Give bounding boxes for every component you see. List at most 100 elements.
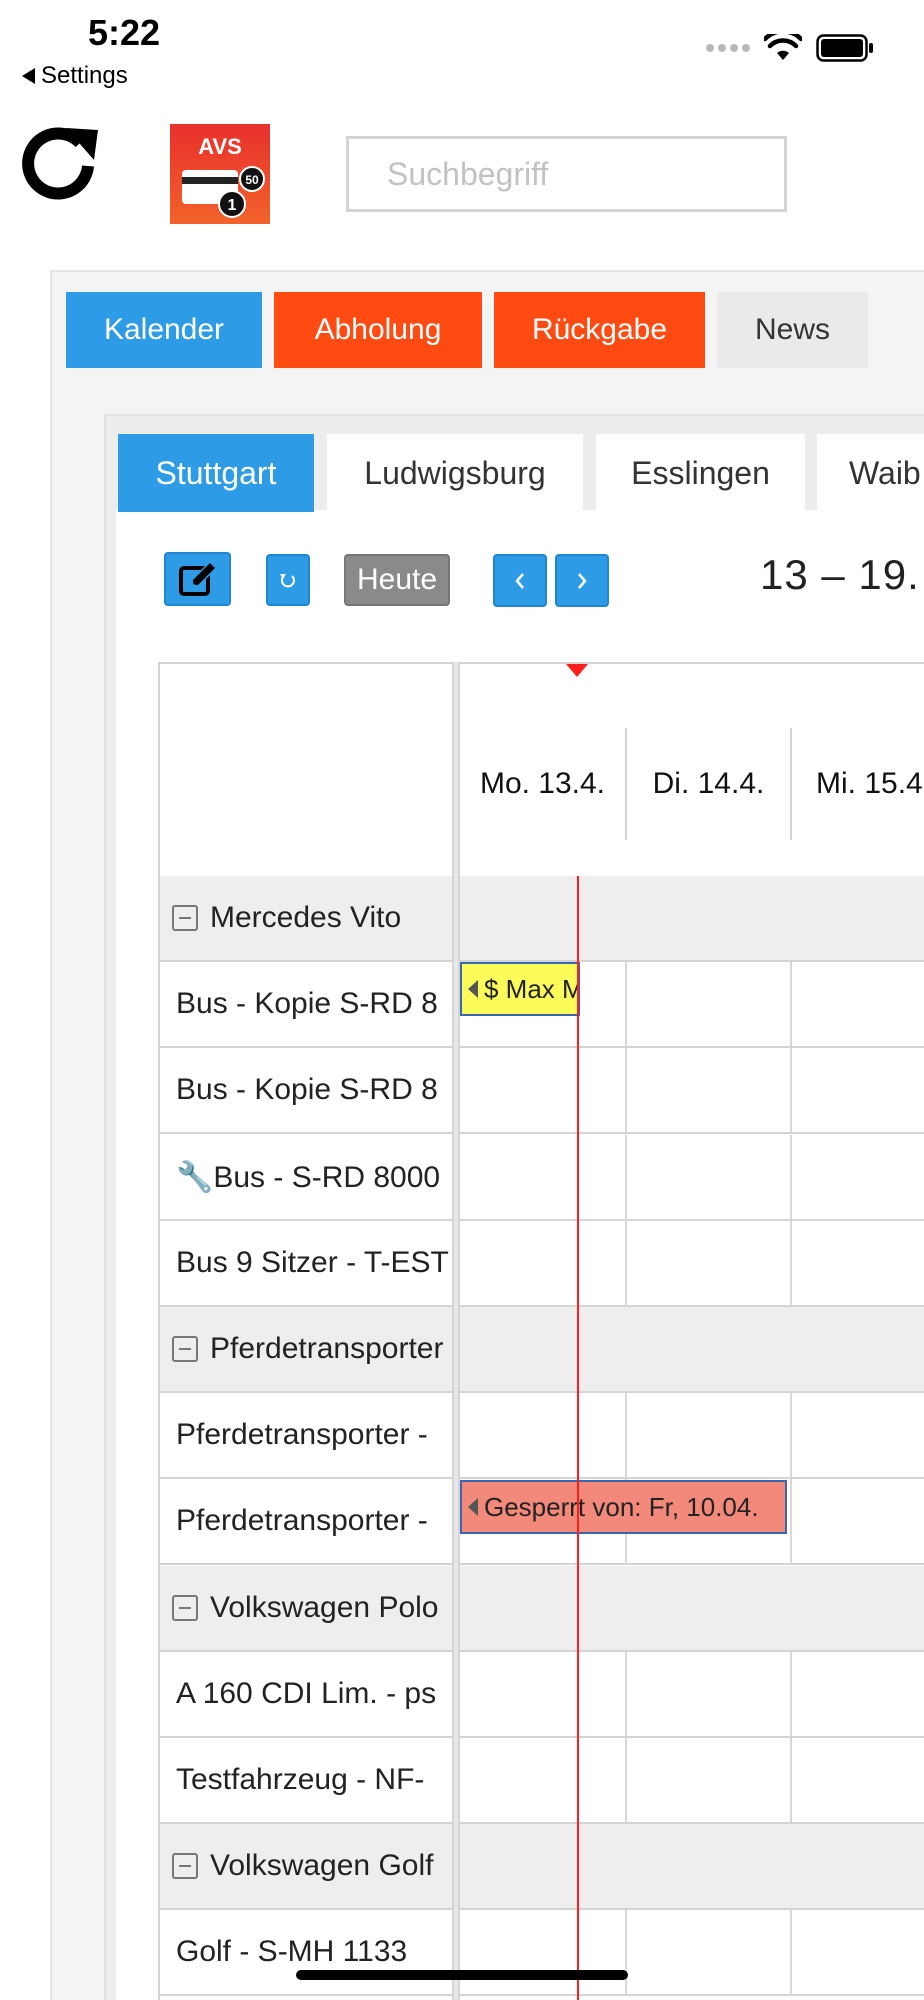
- today-button[interactable]: Heute: [344, 554, 450, 606]
- signal-icon: [706, 44, 750, 52]
- collapse-icon[interactable]: [172, 905, 198, 931]
- resource-label: Pferdetransporter -: [176, 1479, 452, 1563]
- date-range: 13 – 19.: [760, 551, 920, 598]
- tab-rueckgabe[interactable]: Rückgabe: [494, 292, 705, 368]
- collapse-icon[interactable]: [172, 1853, 198, 1879]
- resource-header: [160, 664, 452, 874]
- row-text: Pferdetransporter -: [176, 1504, 428, 1537]
- group-label: Pferdetransporter: [172, 1307, 448, 1391]
- refresh-icon: [280, 574, 295, 588]
- logo-card-icon: AVS 50 1: [182, 134, 265, 218]
- row-text: A 160 CDI Lim. - ps: [176, 1677, 437, 1710]
- collapse-icon[interactable]: [172, 1336, 198, 1362]
- search-input[interactable]: [346, 136, 787, 212]
- row-text: Golf - S-MH 1133: [176, 1935, 408, 1968]
- current-time-line: [577, 876, 579, 2000]
- day-cell-divider: [790, 1652, 792, 1736]
- resource-label: Testfahrzeug - NF-: [176, 1738, 452, 1822]
- event-arrow-icon: [468, 1498, 478, 1516]
- row-text: Bus - Kopie S-RD 8: [176, 1073, 438, 1106]
- row-text: 🔧Bus - S-RD 8000: [176, 1160, 441, 1194]
- resource-group-row[interactable]: Mercedes Vito: [160, 876, 924, 962]
- day-cell-divider: [625, 1910, 627, 1994]
- reload-icon[interactable]: [18, 118, 102, 204]
- resource-label: A 160 CDI Lim. - ps: [176, 1652, 452, 1736]
- edit-icon: [178, 561, 217, 596]
- day-cell-divider: [790, 1135, 792, 1219]
- row-text: Volkswagen Polo: [210, 1591, 439, 1624]
- status-indicators: [706, 34, 874, 62]
- app-logo: AVS 50 1: [170, 124, 270, 224]
- back-arrow-icon: [22, 68, 35, 84]
- prev-button[interactable]: [493, 554, 547, 607]
- row-text: Bus 9 Sitzer - T-EST: [176, 1246, 449, 1279]
- event-label: $ Max M: [484, 973, 580, 1004]
- resource-label: Golf - S-MH 1133: [176, 1910, 452, 1994]
- collapse-icon[interactable]: [172, 1595, 198, 1621]
- day-header-wed: Mi. 15.4: [792, 728, 924, 840]
- svg-text:1: 1: [228, 197, 237, 214]
- tab-waiblingen[interactable]: Waib: [817, 434, 924, 512]
- day-cell-divider: [790, 1393, 792, 1477]
- resource-row[interactable]: Bus 9 Sitzer - T-EST: [160, 1221, 924, 1307]
- resource-row[interactable]: A 160 CDI Lim. - ps: [160, 1652, 924, 1738]
- booking-event[interactable]: $ Max M: [460, 962, 580, 1016]
- resource-row[interactable]: 🔧Bus - S-RD 8000: [160, 1135, 924, 1221]
- resource-label: Pferdetransporter -: [176, 1393, 452, 1477]
- tab-ludwigsburg[interactable]: Ludwigsburg: [327, 434, 583, 512]
- row-text: Volkswagen Golf: [210, 1849, 434, 1882]
- group-label: Volkswagen Polo: [172, 1566, 448, 1650]
- day-cell-divider: [625, 962, 627, 1046]
- resource-group-row[interactable]: Volkswagen Polo: [160, 1566, 924, 1652]
- svg-text:AVS: AVS: [198, 134, 242, 159]
- day-cell-divider: [625, 1048, 627, 1132]
- day-cell-divider: [625, 1738, 627, 1822]
- battery-icon: [816, 34, 873, 62]
- row-text: Testfahrzeug - NF-: [176, 1763, 425, 1796]
- column-splitter[interactable]: [452, 662, 460, 2000]
- row-text: Pferdetransporter -: [176, 1418, 428, 1451]
- day-cell-divider: [625, 1393, 627, 1477]
- day-cell-divider: [625, 1135, 627, 1219]
- tab-news[interactable]: News: [717, 292, 868, 368]
- back-to-settings[interactable]: Settings: [22, 62, 128, 90]
- home-indicator: [296, 1970, 628, 1980]
- wifi-icon: [764, 34, 802, 60]
- day-header-tue: Di. 14.4.: [627, 728, 792, 840]
- group-label: Volkswagen Golf: [172, 1824, 448, 1908]
- tab-kalender[interactable]: Kalender: [66, 292, 262, 368]
- row-text: Bus - Kopie S-RD 8: [176, 987, 438, 1020]
- next-button[interactable]: [555, 554, 609, 607]
- resource-row[interactable]: Testfahrzeug - NF-: [160, 1738, 924, 1824]
- resource-label: Bus - Kopie S-RD 8: [176, 1048, 452, 1132]
- day-cell-divider: [790, 1738, 792, 1822]
- tab-stuttgart[interactable]: Stuttgart: [118, 434, 314, 512]
- resource-label: 🔧Bus - S-RD 8000: [176, 1135, 452, 1219]
- day-cell-divider: [790, 1479, 792, 1563]
- day-cell-divider: [625, 1221, 627, 1305]
- group-label: Mercedes Vito: [172, 876, 448, 960]
- edit-button[interactable]: [164, 552, 231, 606]
- chevron-right-icon: [578, 572, 587, 589]
- resource-row[interactable]: Golf - S-MH 1133: [160, 1910, 924, 1996]
- blocked-event[interactable]: Gesperrt von: Fr, 10.04.: [460, 1480, 787, 1534]
- day-cell-divider: [790, 1910, 792, 1994]
- resource-group-row[interactable]: Volkswagen Golf: [160, 1824, 924, 1910]
- back-label: Settings: [41, 62, 128, 89]
- resource-row[interactable]: Pferdetransporter -: [160, 1393, 924, 1479]
- resource-group-row[interactable]: Pferdetransporter: [160, 1307, 924, 1393]
- status-time: 5:22: [88, 12, 161, 53]
- event-arrow-icon: [468, 980, 478, 998]
- day-header-mon: Mo. 13.4.: [460, 728, 627, 840]
- day-cell-divider: [625, 1652, 627, 1736]
- resource-label: Bus 9 Sitzer - T-EST: [176, 1221, 452, 1305]
- day-cell-divider: [790, 1221, 792, 1305]
- refresh-button[interactable]: [266, 554, 310, 606]
- current-time-marker: [566, 664, 588, 677]
- row-text: Mercedes Vito: [210, 901, 402, 934]
- chevron-left-icon: [515, 572, 524, 589]
- tab-abholung[interactable]: Abholung: [274, 292, 482, 368]
- resource-row[interactable]: Bus - Kopie S-RD 8: [160, 1048, 924, 1134]
- tab-esslingen[interactable]: Esslingen: [596, 434, 805, 512]
- event-label: Gesperrt von: Fr, 10.04.: [484, 1491, 759, 1522]
